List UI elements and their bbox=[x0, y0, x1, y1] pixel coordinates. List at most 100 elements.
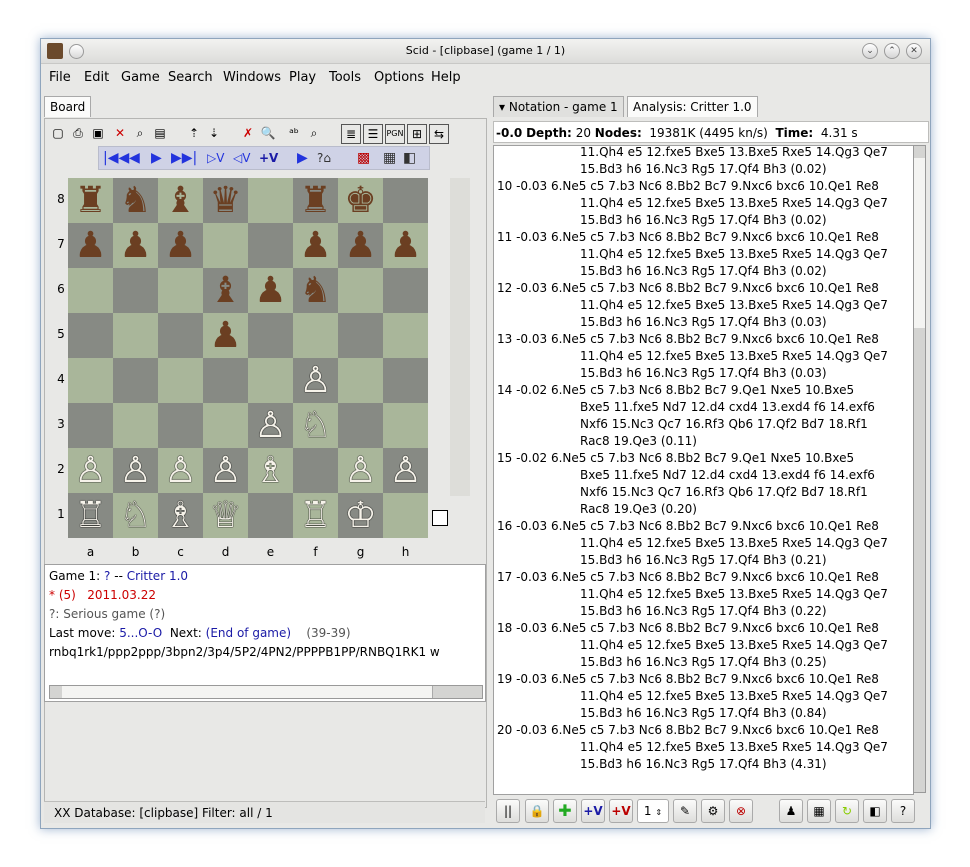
flip-board-icon[interactable]: ◧ bbox=[403, 149, 416, 167]
square-g2[interactable]: ♙ bbox=[338, 448, 383, 493]
square-b6[interactable] bbox=[113, 268, 158, 313]
save-icon[interactable]: ▣ bbox=[89, 124, 107, 142]
square-b7[interactable]: ♟ bbox=[113, 223, 158, 268]
square-f5[interactable] bbox=[293, 313, 338, 358]
find-icon[interactable]: ⌕ bbox=[131, 124, 149, 142]
square-h7[interactable]: ♟ bbox=[383, 223, 428, 268]
close-game-icon[interactable]: ✕ bbox=[111, 124, 129, 142]
add-all-variations-button[interactable]: +V bbox=[609, 799, 633, 823]
square-d6[interactable]: ♝ bbox=[203, 268, 248, 313]
switch-icon[interactable]: ⇆ bbox=[429, 124, 449, 144]
white-piece[interactable]: ♙ bbox=[383, 448, 428, 493]
grid-icon[interactable]: ☰ bbox=[363, 124, 383, 144]
square-e6[interactable]: ♟ bbox=[248, 268, 293, 313]
square-e3[interactable]: ♙ bbox=[248, 403, 293, 448]
square-a7[interactable]: ♟ bbox=[68, 223, 113, 268]
white-piece[interactable]: ♕ bbox=[203, 493, 248, 538]
pgn-icon[interactable]: PGN bbox=[385, 124, 405, 144]
square-e5[interactable] bbox=[248, 313, 293, 358]
new-game-icon[interactable]: ▢ bbox=[49, 124, 67, 142]
book-moves-icon[interactable]: ▦ bbox=[807, 799, 831, 823]
white-piece[interactable]: ♙ bbox=[68, 448, 113, 493]
black-piece[interactable]: ♟ bbox=[293, 223, 338, 268]
white-piece[interactable]: ♙ bbox=[203, 448, 248, 493]
square-h5[interactable] bbox=[383, 313, 428, 358]
menu-game[interactable]: Game bbox=[121, 70, 160, 85]
move-up-icon[interactable]: ⇡ bbox=[185, 124, 203, 142]
square-a6[interactable] bbox=[68, 268, 113, 313]
square-e1[interactable] bbox=[248, 493, 293, 538]
white-piece[interactable]: ♘ bbox=[293, 403, 338, 448]
square-h4[interactable] bbox=[383, 358, 428, 403]
tab-board[interactable]: Board bbox=[44, 96, 92, 117]
chess-board[interactable]: ♜ ♞ ♝ ♛ ♜ ♚ ♟ ♟ ♟ ♟ ♟ ♟ ♝ ♟ ♞ ♟ ♙ ♙ ♘ ♙ ♙ ♙ ♙ ♗ ♙ ♙ ♖ ♘ ♗ ♕ ♖ ♔ bbox=[68, 178, 428, 538]
square-g3[interactable] bbox=[338, 403, 383, 448]
rename-icon[interactable]: ᵃᵇ bbox=[285, 124, 303, 142]
square-d1[interactable]: ♕ bbox=[203, 493, 248, 538]
autoplay-icon[interactable]: ▶ bbox=[297, 149, 308, 167]
square-b5[interactable] bbox=[113, 313, 158, 358]
tree-icon[interactable]: ⊞ bbox=[407, 124, 427, 144]
menu-edit[interactable]: Edit bbox=[84, 70, 109, 85]
white-piece[interactable]: ♙ bbox=[248, 403, 293, 448]
add-variation-button[interactable]: +V bbox=[259, 149, 278, 167]
square-c5[interactable] bbox=[158, 313, 203, 358]
square-b2[interactable]: ♙ bbox=[113, 448, 158, 493]
square-e4[interactable] bbox=[248, 358, 293, 403]
black-piece[interactable]: ♟ bbox=[113, 223, 158, 268]
white-player-link[interactable]: ? bbox=[104, 569, 110, 583]
white-piece[interactable]: ♖ bbox=[293, 493, 338, 538]
black-piece[interactable]: ♜ bbox=[293, 178, 338, 223]
forward-button[interactable]: ▶ bbox=[151, 149, 162, 167]
black-piece[interactable]: ♟ bbox=[158, 223, 203, 268]
menu-options[interactable]: Options bbox=[374, 70, 424, 85]
white-piece[interactable]: ♗ bbox=[248, 448, 293, 493]
last-move-link[interactable]: 5...O-O bbox=[119, 626, 162, 640]
lock-icon[interactable]: 🔒 bbox=[525, 799, 549, 823]
black-piece[interactable]: ♟ bbox=[203, 313, 248, 358]
black-piece[interactable]: ♜ bbox=[68, 178, 113, 223]
black-piece[interactable]: ♚ bbox=[338, 178, 383, 223]
info-hscrollbar[interactable] bbox=[49, 685, 483, 699]
square-a8[interactable]: ♜ bbox=[68, 178, 113, 223]
tab-notation[interactable]: ▾ Notation - game 1 bbox=[493, 96, 624, 117]
square-h3[interactable] bbox=[383, 403, 428, 448]
search-icon[interactable]: 🔍 bbox=[259, 124, 277, 142]
square-c3[interactable] bbox=[158, 403, 203, 448]
export-icon[interactable]: ▤ bbox=[151, 124, 169, 142]
white-piece[interactable]: ♙ bbox=[113, 448, 158, 493]
square-b3[interactable] bbox=[113, 403, 158, 448]
black-piece[interactable]: ♞ bbox=[113, 178, 158, 223]
white-piece[interactable]: ♔ bbox=[338, 493, 383, 538]
back-button[interactable]: ◀ bbox=[129, 149, 140, 167]
square-f7[interactable]: ♟ bbox=[293, 223, 338, 268]
next-move-link[interactable]: (End of game) bbox=[206, 626, 291, 640]
open-icon[interactable]: ⎙ bbox=[69, 124, 87, 142]
add-variation-button[interactable]: +V bbox=[581, 799, 605, 823]
menu-help[interactable]: Help bbox=[431, 70, 461, 85]
square-g4[interactable] bbox=[338, 358, 383, 403]
tab-analysis[interactable]: Analysis: Critter 1.0 bbox=[627, 96, 758, 117]
square-g7[interactable]: ♟ bbox=[338, 223, 383, 268]
finish-game-icon[interactable]: ♟ bbox=[779, 799, 803, 823]
square-a2[interactable]: ♙ bbox=[68, 448, 113, 493]
square-a5[interactable] bbox=[68, 313, 113, 358]
minimize-button[interactable]: ⌄ bbox=[862, 43, 878, 59]
white-piece[interactable]: ♖ bbox=[68, 493, 113, 538]
first-move-button[interactable]: |◀◀ bbox=[103, 149, 129, 167]
square-g1[interactable]: ♔ bbox=[338, 493, 383, 538]
pause-engine-button[interactable]: || bbox=[496, 799, 520, 823]
black-player-link[interactable]: Critter 1.0 bbox=[127, 569, 188, 583]
square-d8[interactable]: ♛ bbox=[203, 178, 248, 223]
white-piece[interactable]: ♙ bbox=[293, 358, 338, 403]
square-f1[interactable]: ♖ bbox=[293, 493, 338, 538]
square-d2[interactable]: ♙ bbox=[203, 448, 248, 493]
square-c4[interactable] bbox=[158, 358, 203, 403]
square-f2[interactable] bbox=[293, 448, 338, 493]
annotate-icon[interactable]: ✎ bbox=[673, 799, 697, 823]
menu-tools[interactable]: Tools bbox=[329, 70, 361, 85]
square-e7[interactable] bbox=[248, 223, 293, 268]
square-a1[interactable]: ♖ bbox=[68, 493, 113, 538]
zoom-icon[interactable]: ⌕ bbox=[305, 124, 323, 142]
training-icon[interactable]: ?⌂ bbox=[317, 149, 331, 167]
